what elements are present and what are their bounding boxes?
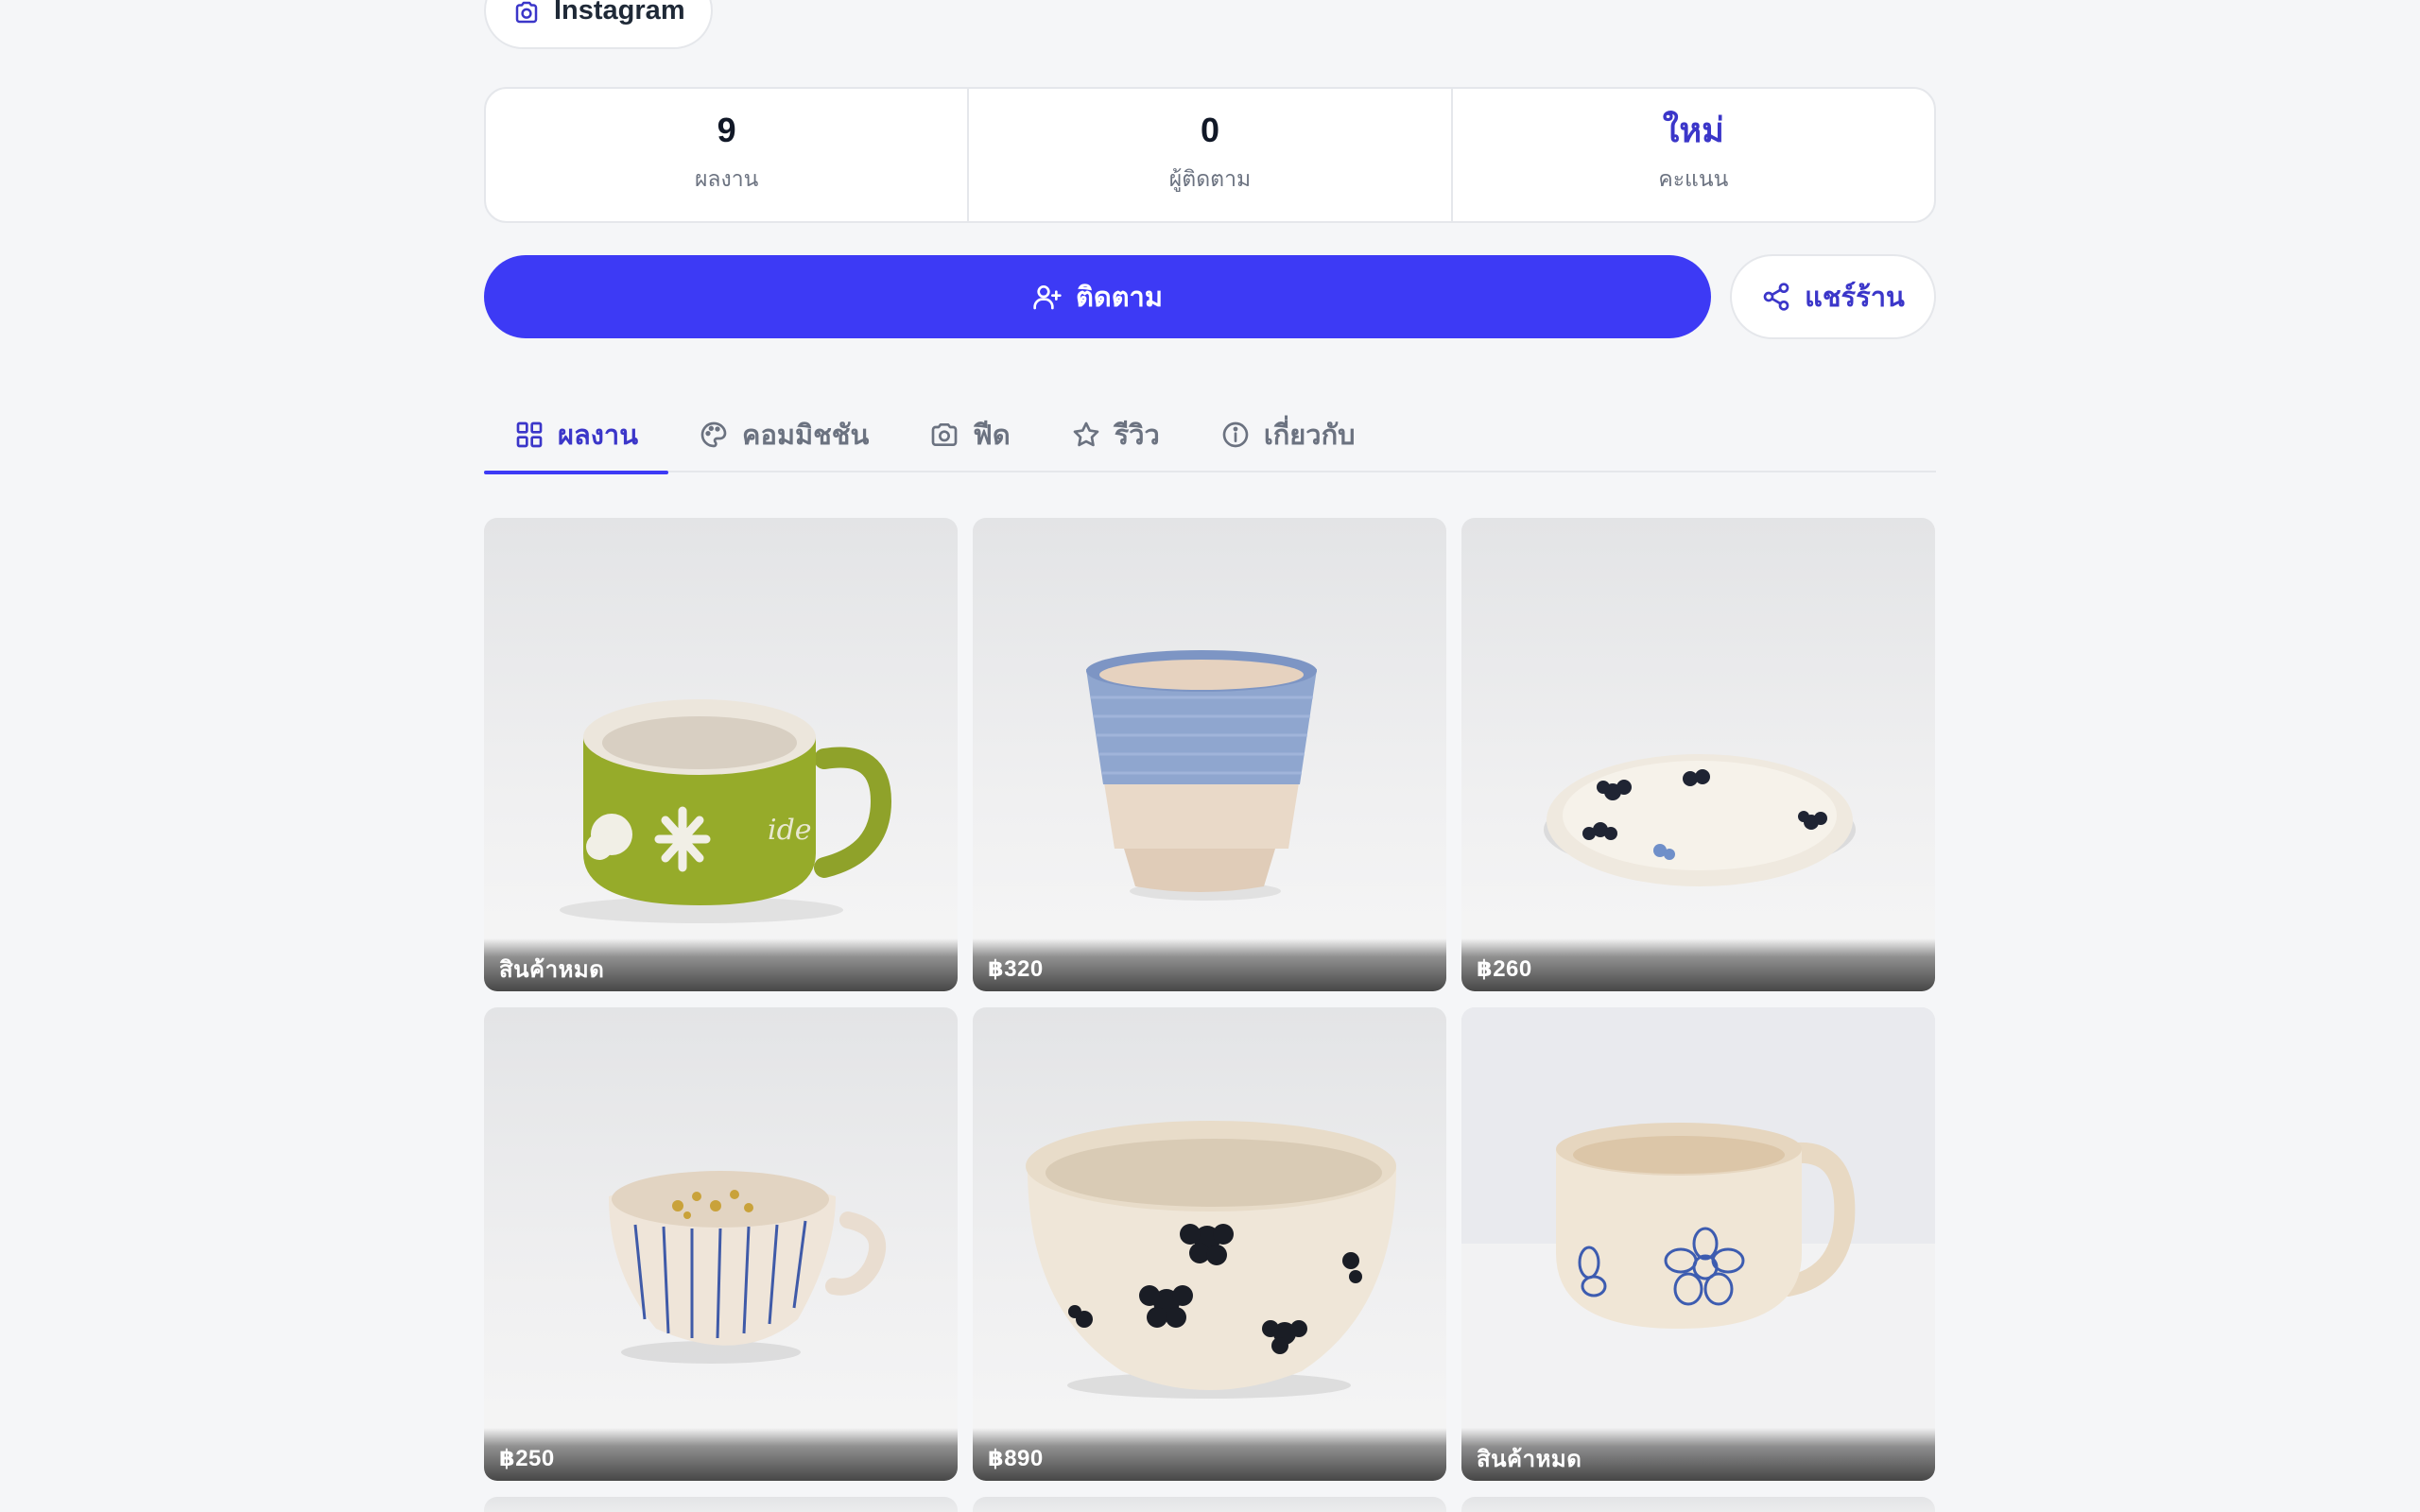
stat-caption: คะแนน xyxy=(1658,166,1729,191)
grid-icon xyxy=(514,420,544,450)
stat-caption: ผู้ติดตาม xyxy=(1168,166,1252,191)
svg-text:ide: ide xyxy=(768,814,812,847)
product-card[interactable]: ฿250 xyxy=(484,1007,958,1481)
stat-works: 9 ผลงาน xyxy=(486,89,970,221)
product-card-partial[interactable] xyxy=(973,1497,1446,1512)
product-image xyxy=(973,518,1446,991)
stat-rating: ใหม่ คะแนน xyxy=(1453,89,1934,221)
product-card-partial[interactable] xyxy=(484,1497,958,1512)
price-overlay: ฿260 xyxy=(1461,938,1935,991)
tab-label: คอมมิชชัน xyxy=(742,421,870,451)
follow-label: ติดตาม xyxy=(1076,283,1163,313)
stat-value: 0 xyxy=(1200,111,1219,149)
product-image xyxy=(973,1007,1446,1481)
product-image: ide xyxy=(484,518,958,991)
product-card[interactable]: ฿260 xyxy=(1461,518,1935,991)
price-label: สินค้าหมด xyxy=(499,956,605,983)
product-card[interactable]: ide สินค้าหมด xyxy=(484,518,958,991)
price-label: ฿320 xyxy=(988,955,1044,982)
stat-caption: ผลงาน xyxy=(694,166,759,191)
tab-feed[interactable]: ฟีด xyxy=(899,397,1040,472)
instagram-icon xyxy=(512,0,541,26)
product-image xyxy=(1461,1007,1935,1481)
product-card[interactable]: ฿320 xyxy=(973,518,1446,991)
stat-followers: 0 ผู้ติดตาม xyxy=(969,89,1453,221)
tab-label: ฟีด xyxy=(973,421,1011,451)
price-overlay: ฿320 xyxy=(973,938,1446,991)
tab-label: เกี่ยวกับ xyxy=(1263,421,1356,451)
share-shop-button[interactable]: แชร์ร้าน xyxy=(1730,254,1936,339)
price-label: ฿890 xyxy=(988,1445,1044,1471)
product-card[interactable]: สินค้าหมด xyxy=(1461,1007,1935,1481)
info-icon xyxy=(1220,420,1251,450)
stat-value: ใหม่ xyxy=(1662,111,1724,149)
price-label: ฿260 xyxy=(1477,955,1532,982)
palette-icon xyxy=(699,420,729,450)
stats-panel: 9 ผลงาน 0 ผู้ติดตาม ใหม่ คะแนน xyxy=(484,87,1936,223)
product-image xyxy=(484,1007,958,1481)
stat-value: 9 xyxy=(717,111,736,149)
instagram-link[interactable]: Instagram xyxy=(484,0,713,49)
tab-about[interactable]: เกี่ยวกับ xyxy=(1190,397,1386,472)
price-overlay: สินค้าหมด xyxy=(484,938,958,991)
product-grid: ide สินค้าหมด ฿320 ฿260 ฿250 ฿890 สินค้า… xyxy=(484,518,1936,1512)
star-icon xyxy=(1071,420,1101,450)
profile-tabs: ผลงาน คอมมิชชัน ฟีด รีวิว เกี่ยวกับ xyxy=(484,397,1936,474)
tab-commission[interactable]: คอมมิชชัน xyxy=(668,397,899,472)
camera-icon xyxy=(929,420,959,450)
product-image xyxy=(1461,518,1935,991)
price-overlay: ฿890 xyxy=(973,1428,1446,1481)
instagram-label: Instagram xyxy=(554,0,685,26)
price-overlay: ฿250 xyxy=(484,1428,958,1481)
tab-reviews[interactable]: รีวิว xyxy=(1041,397,1190,472)
user-plus-icon xyxy=(1032,282,1063,312)
follow-button[interactable]: ติดตาม xyxy=(484,255,1711,338)
tab-label: ผลงาน xyxy=(558,421,639,451)
share-label: แชร์ร้าน xyxy=(1805,283,1905,313)
product-card[interactable]: ฿890 xyxy=(973,1007,1446,1481)
tab-label: รีวิว xyxy=(1114,421,1160,451)
price-label: สินค้าหมด xyxy=(1477,1446,1582,1472)
product-card-partial[interactable] xyxy=(1461,1497,1935,1512)
price-label: ฿250 xyxy=(499,1445,555,1471)
price-overlay: สินค้าหมด xyxy=(1461,1428,1935,1481)
tab-works[interactable]: ผลงาน xyxy=(484,397,669,474)
share-icon xyxy=(1761,282,1791,312)
